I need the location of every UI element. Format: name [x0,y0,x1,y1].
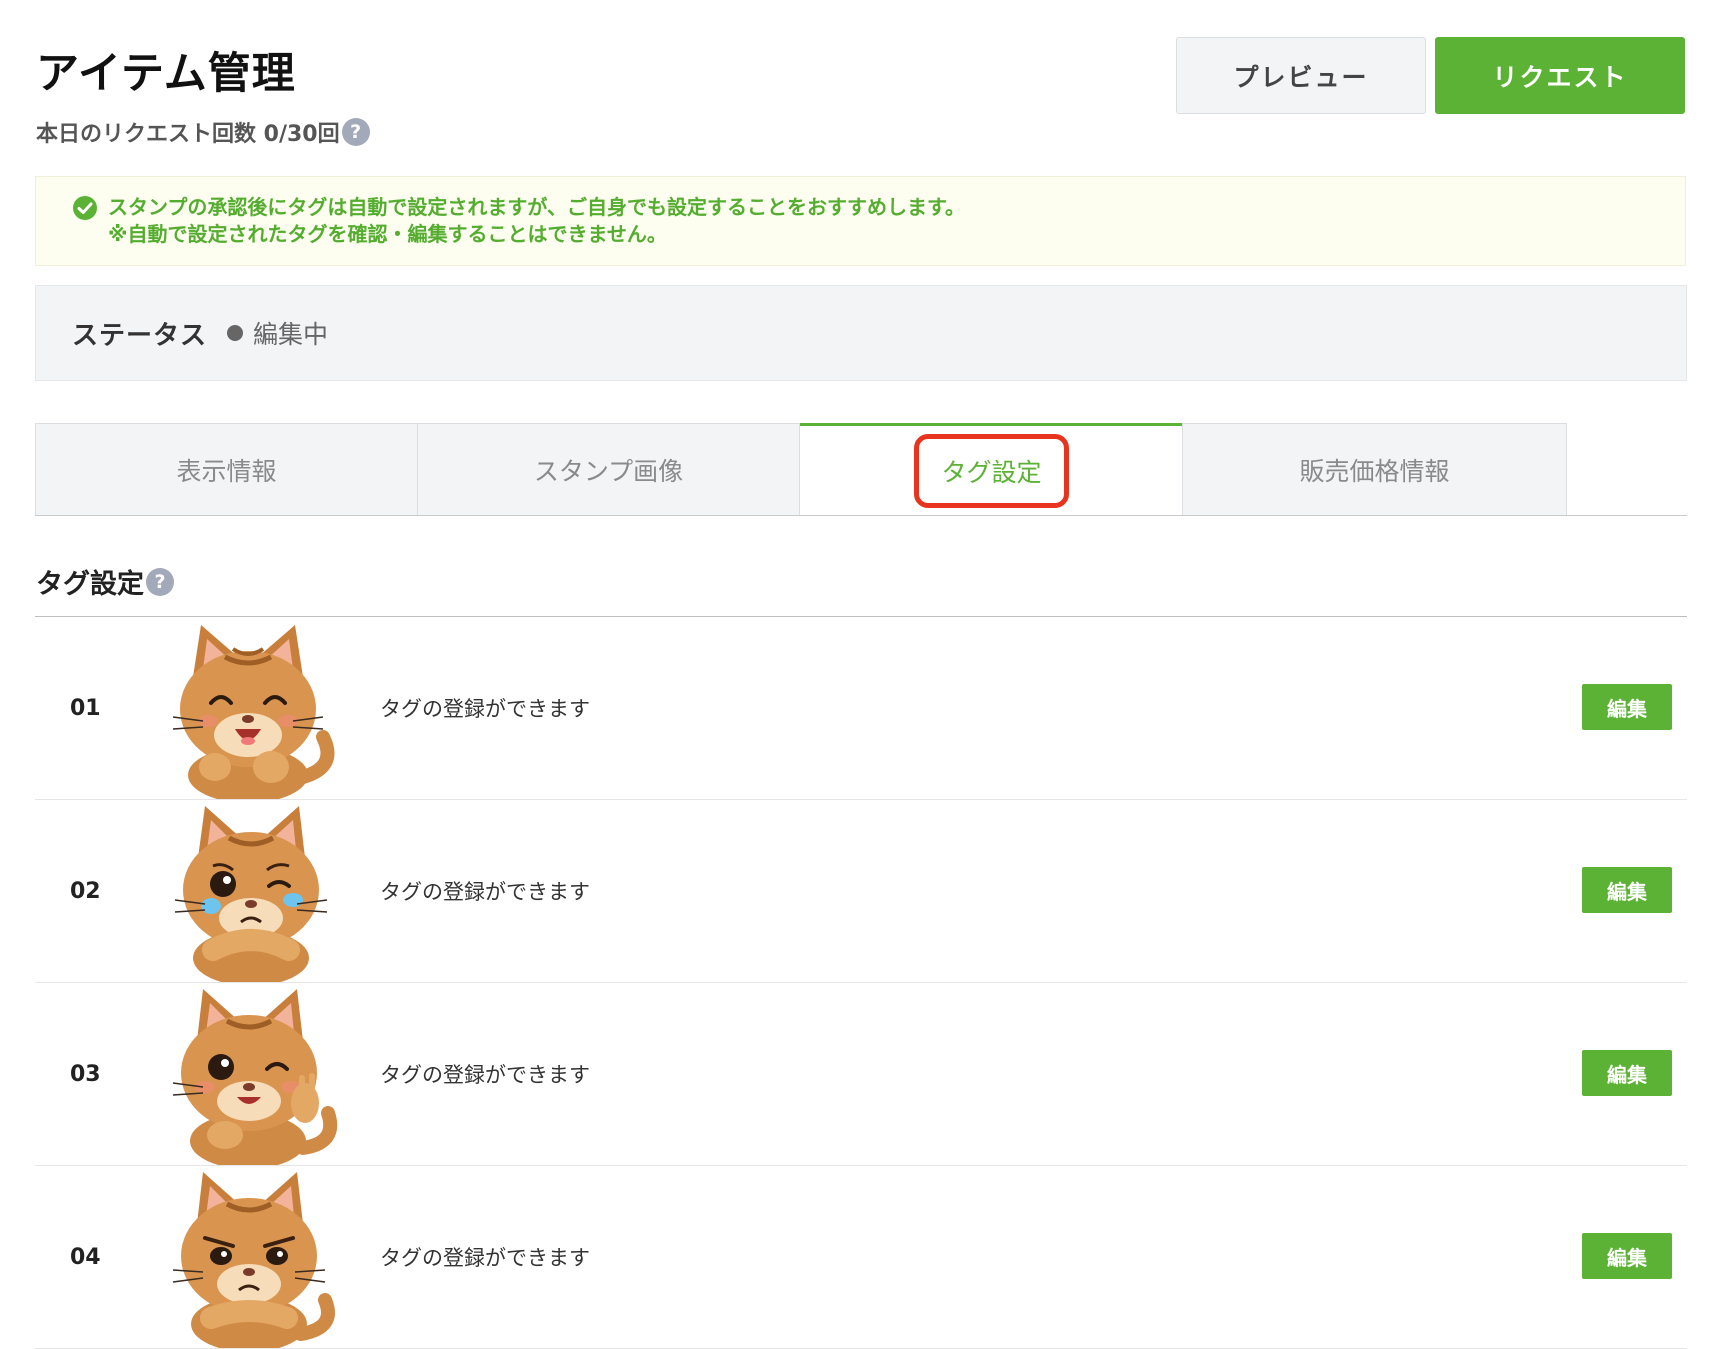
notice-box: スタンプの承認後にタグは自動で設定されますが、ご自身でも設定することをおすすめし… [35,176,1686,266]
sticker-row: 02 タグの登録ができます 編集 [35,800,1687,983]
sticker-row: 03 タグの登録ができます 編集 [35,983,1687,1166]
laughing-cat-sticker [172,625,335,799]
section-title: タグ設定 ? [36,562,174,601]
page-header: アイテム管理 本日のリクエスト回数 0/30回 ? [36,44,370,148]
sticker-row: 04 タグの登録ができます 編集 [35,1166,1687,1349]
section-title-text: タグ設定 [36,569,144,600]
preview-button[interactable]: プレビュー [1176,37,1426,114]
tab-sticker-images[interactable]: スタンプ画像 [417,423,800,516]
request-count: 本日のリクエスト回数 0/30回 ? [36,116,370,148]
status-bar: ステータス 編集中 [35,285,1687,381]
tab-tag-settings-label: タグ設定 [914,434,1069,508]
status-value: 編集中 [253,320,329,349]
sticker-list: 01 タグの登録ができます 編集 02 タグの登録ができます 編集 03 タグの… [35,617,1687,1349]
sticker-number: 01 [70,695,101,721]
sticker-tag-text: タグの登録ができます [380,697,590,721]
check-circle-icon [73,195,97,220]
edit-button[interactable]: 編集 [1582,867,1672,913]
tab-bar: 表示情報 スタンプ画像 タグ設定 販売価格情報 [35,423,1687,517]
status-label: ステータス [72,320,208,351]
sticker-number: 04 [70,1244,101,1270]
sticker-row: 01 タグの登録ができます 編集 [35,617,1687,800]
sticker-tag-text: タグの登録ができます [380,880,590,904]
tab-sales-price-info[interactable]: 販売価格情報 [1182,423,1567,516]
grumpy-cat-sticker [172,1172,335,1348]
page-title: アイテム管理 [36,49,296,99]
tab-tag-settings[interactable]: タグ設定 [800,423,1183,516]
crying-cat-sticker [174,806,328,982]
help-icon[interactable]: ? [146,567,174,596]
sticker-number: 03 [70,1061,101,1087]
status-dot-icon [227,325,244,341]
request-button[interactable]: リクエスト [1435,37,1685,114]
sticker-tag-text: タグの登録ができます [380,1246,590,1270]
tab-divider [35,515,1687,516]
notice-text: スタンプの承認後にタグは自動で設定されますが、ご自身でも設定することをおすすめし… [108,195,965,219]
tab-display-info[interactable]: 表示情報 [35,423,418,516]
request-count-text: 本日のリクエスト回数 0/30回 [36,122,340,147]
edit-button[interactable]: 編集 [1582,1050,1672,1096]
edit-button[interactable]: 編集 [1582,684,1672,730]
help-icon[interactable]: ? [341,118,370,146]
sticker-tag-text: タグの登録ができます [380,1063,590,1087]
sticker-number: 02 [70,878,101,904]
notice-subtext: ※自動で設定されたタグを確認・編集することはできません。 [108,222,667,246]
winking-cat-sticker [172,989,338,1165]
edit-button[interactable]: 編集 [1582,1233,1672,1279]
